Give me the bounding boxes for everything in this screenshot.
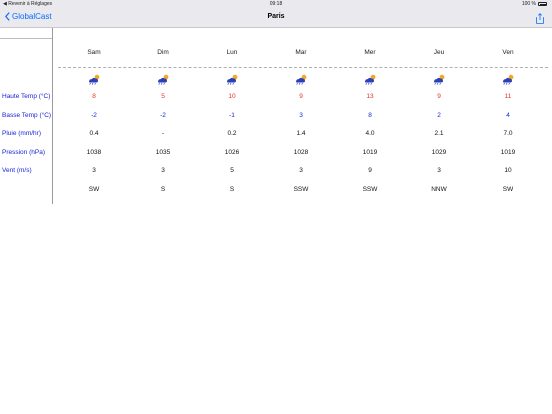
- table-cell: 3: [299, 112, 303, 119]
- table-cell: 2: [437, 112, 441, 119]
- partly-cloudy-rain-icon: [225, 72, 239, 85]
- label-column-divider: [52, 28, 53, 204]
- day-header: Jeu: [433, 49, 445, 56]
- day-header: Dim: [157, 49, 169, 56]
- table-cell: SW: [502, 186, 514, 193]
- status-bar: ◀ Revenir à Réglages 09:18 100 %: [0, 0, 552, 8]
- table-cell: 10: [504, 167, 512, 174]
- partly-cloudy-rain-icon: [294, 72, 308, 85]
- day-header: Lun: [226, 49, 238, 56]
- table-cell: 9: [437, 93, 441, 100]
- table-cell: 1019: [500, 149, 516, 156]
- row-label: Pluie (mm/hr): [2, 130, 42, 137]
- table-cell: 1028: [293, 149, 309, 156]
- navigation-bar: GlobalCast Paris: [0, 8, 552, 28]
- table-cell: 3: [161, 167, 165, 174]
- table-cell: 11: [504, 93, 512, 100]
- row-label: Haute Temp (°C): [2, 93, 51, 100]
- table-cell: 2.1: [434, 130, 444, 137]
- table-cell: 7.0: [503, 130, 513, 137]
- table-cell: 1.4: [296, 130, 306, 137]
- table-cell: 3: [437, 167, 441, 174]
- table-cell: 5: [161, 93, 165, 100]
- header-divider: [0, 38, 52, 39]
- partly-cloudy-rain-icon: [87, 72, 101, 85]
- share-icon: [536, 13, 544, 24]
- day-header: Mer: [364, 49, 376, 56]
- table-cell: -2: [91, 112, 97, 119]
- battery-percent: 100 %: [521, 1, 536, 7]
- table-cell: 9: [299, 93, 303, 100]
- table-cell: 4: [506, 112, 510, 119]
- row-label: Basse Temp (°C): [2, 112, 52, 119]
- table-cell: 8: [368, 112, 372, 119]
- day-header: Ven: [502, 49, 514, 56]
- table-cell: -1: [229, 112, 235, 119]
- table-cell: 13: [366, 93, 374, 100]
- share-button[interactable]: [536, 11, 544, 29]
- table-cell: 4.0: [365, 130, 375, 137]
- table-cell: 3: [299, 167, 303, 174]
- partly-cloudy-rain-icon: [363, 72, 377, 85]
- table-cell: 1038: [86, 149, 102, 156]
- partly-cloudy-rain-icon: [156, 72, 170, 85]
- table-cell: -2: [160, 112, 166, 119]
- day-header-divider: [58, 67, 548, 68]
- row-label: Vent (m/s): [2, 167, 32, 174]
- table-cell: 1026: [224, 149, 240, 156]
- table-cell: 5: [230, 167, 234, 174]
- battery-indicator: 100 %: [522, 1, 547, 7]
- table-cell: 1029: [431, 149, 447, 156]
- day-header: Sam: [87, 49, 101, 56]
- table-cell: SSW: [293, 186, 309, 193]
- table-cell: 8: [92, 93, 96, 100]
- table-cell: 1019: [362, 149, 378, 156]
- table-cell: S: [160, 186, 166, 193]
- table-cell: 9: [368, 167, 372, 174]
- table-cell: SSW: [362, 186, 378, 193]
- partly-cloudy-rain-icon: [501, 72, 515, 85]
- table-cell: 10: [228, 93, 236, 100]
- battery-icon: [538, 2, 547, 6]
- page-title: Paris: [267, 13, 285, 20]
- table-cell: 0.4: [89, 130, 99, 137]
- partly-cloudy-rain-icon: [432, 72, 446, 85]
- table-cell: NNW: [431, 186, 447, 193]
- table-cell: 1035: [155, 149, 171, 156]
- status-time: 09:18: [269, 1, 283, 7]
- table-cell: SW: [88, 186, 100, 193]
- row-label: Pression (hPa): [2, 149, 45, 156]
- day-header: Mar: [295, 49, 307, 56]
- table-cell: -: [161, 130, 165, 137]
- table-cell: 3: [92, 167, 96, 174]
- table-cell: 0.2: [227, 130, 237, 137]
- table-cell: S: [229, 186, 235, 193]
